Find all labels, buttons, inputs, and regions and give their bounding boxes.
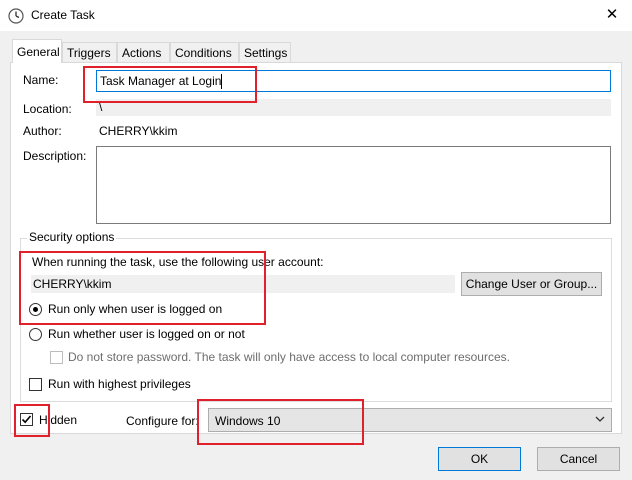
tab-general[interactable]: General xyxy=(12,39,62,63)
tab-actions[interactable]: Actions xyxy=(117,42,170,62)
tab-label: Triggers xyxy=(67,46,111,60)
author-label: Author: xyxy=(23,124,62,138)
name-input-value: Task Manager at Login xyxy=(100,74,222,88)
tab-settings[interactable]: Settings xyxy=(239,42,291,62)
change-user-button[interactable]: Change User or Group... xyxy=(461,272,602,296)
task-scheduler-clock-icon xyxy=(8,8,24,24)
text-cursor xyxy=(221,74,222,89)
tab-label: Actions xyxy=(122,46,162,60)
radio-run-logged-on[interactable] xyxy=(29,303,42,316)
checkmark-icon xyxy=(21,415,32,424)
tab-label: Conditions xyxy=(175,46,232,60)
radio-run-logged-on-label[interactable]: Run only when user is logged on xyxy=(48,302,222,316)
description-input[interactable] xyxy=(96,146,611,224)
chevron-down-icon xyxy=(595,416,605,422)
radio-run-whether-label[interactable]: Run whether user is logged on or not xyxy=(48,327,245,341)
tab-label: General xyxy=(17,45,60,59)
configure-for-label: Configure for: xyxy=(126,414,199,428)
author-value: CHERRY\kkim xyxy=(99,124,178,138)
account-field: CHERRY\kkim xyxy=(31,275,455,293)
radio-selected-dot xyxy=(33,307,38,312)
account-prompt: When running the task, use the following… xyxy=(32,255,324,269)
tab-label: Settings xyxy=(244,46,288,60)
hidden-label[interactable]: Hidden xyxy=(39,413,77,427)
window-title: Create Task xyxy=(31,8,95,22)
highest-privileges-label[interactable]: Run with highest privileges xyxy=(48,377,191,391)
location-value: \ xyxy=(99,100,103,114)
tab-conditions[interactable]: Conditions xyxy=(170,42,239,62)
description-label: Description: xyxy=(23,149,87,163)
name-label: Name: xyxy=(23,73,59,87)
title-bar: Create Task ✕ xyxy=(0,0,632,31)
close-icon[interactable]: ✕ xyxy=(600,3,624,27)
radio-run-whether[interactable] xyxy=(29,328,42,341)
highest-privileges-checkbox[interactable] xyxy=(29,378,42,391)
tab-triggers[interactable]: Triggers xyxy=(62,42,117,62)
location-label: Location: xyxy=(23,102,72,116)
security-options-title: Security options xyxy=(27,230,117,244)
cancel-button[interactable]: Cancel xyxy=(537,447,620,471)
no-store-password-label: Do not store password. The task will onl… xyxy=(68,350,510,364)
account-value: CHERRY\kkim xyxy=(33,277,112,291)
configure-for-select[interactable]: Windows 10 xyxy=(208,408,612,432)
no-store-password-checkbox[interactable] xyxy=(50,351,63,364)
hidden-checkbox[interactable] xyxy=(20,413,33,426)
name-input[interactable]: Task Manager at Login xyxy=(96,70,611,92)
location-field: \ xyxy=(96,99,611,116)
ok-button[interactable]: OK xyxy=(438,447,521,471)
configure-for-value: Windows 10 xyxy=(215,414,281,428)
